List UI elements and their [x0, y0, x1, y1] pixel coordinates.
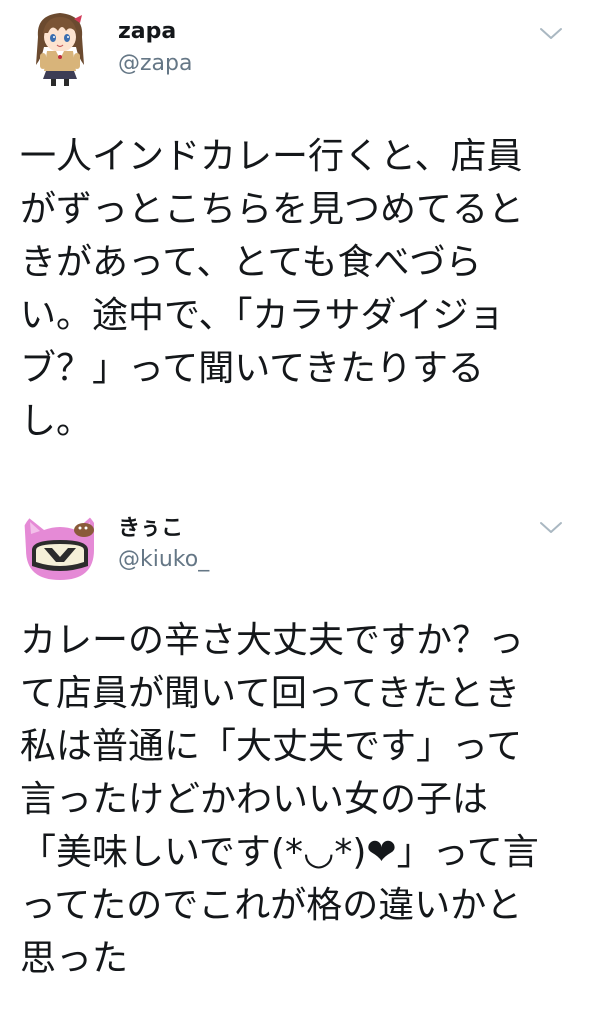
author-handle[interactable]: @kiuko_	[118, 547, 209, 573]
chevron-down-icon[interactable]	[536, 24, 566, 44]
tweet[interactable]: きぅこ @kiuko_ カレーの辛さ大丈夫ですか？っ て店員が聞いて回ってきたと…	[0, 490, 595, 1018]
author-name[interactable]: zapa	[118, 19, 176, 45]
chevron-down-icon[interactable]	[536, 518, 566, 538]
tweet[interactable]: zapa @zapa 一人インドカレー行くと、店員 がずっとこちらを見つめてると…	[0, 0, 595, 490]
author-name[interactable]: きぅこ	[118, 516, 183, 542]
tweet-text: カレーの辛さ大丈夫ですか？っ て店員が聞いて回ってきたとき 私は普通に「大丈夫で…	[20, 620, 539, 979]
avatar[interactable]	[20, 7, 100, 87]
anime-girl-avatar-icon	[20, 7, 100, 87]
avatar[interactable]	[20, 504, 100, 584]
pink-cat-helmet-avatar-icon	[20, 504, 100, 584]
author-handle[interactable]: @zapa	[118, 51, 192, 77]
tweet-text: 一人インドカレー行くと、店員 がずっとこちらを見つめてると きがあって、とても食…	[20, 136, 525, 442]
